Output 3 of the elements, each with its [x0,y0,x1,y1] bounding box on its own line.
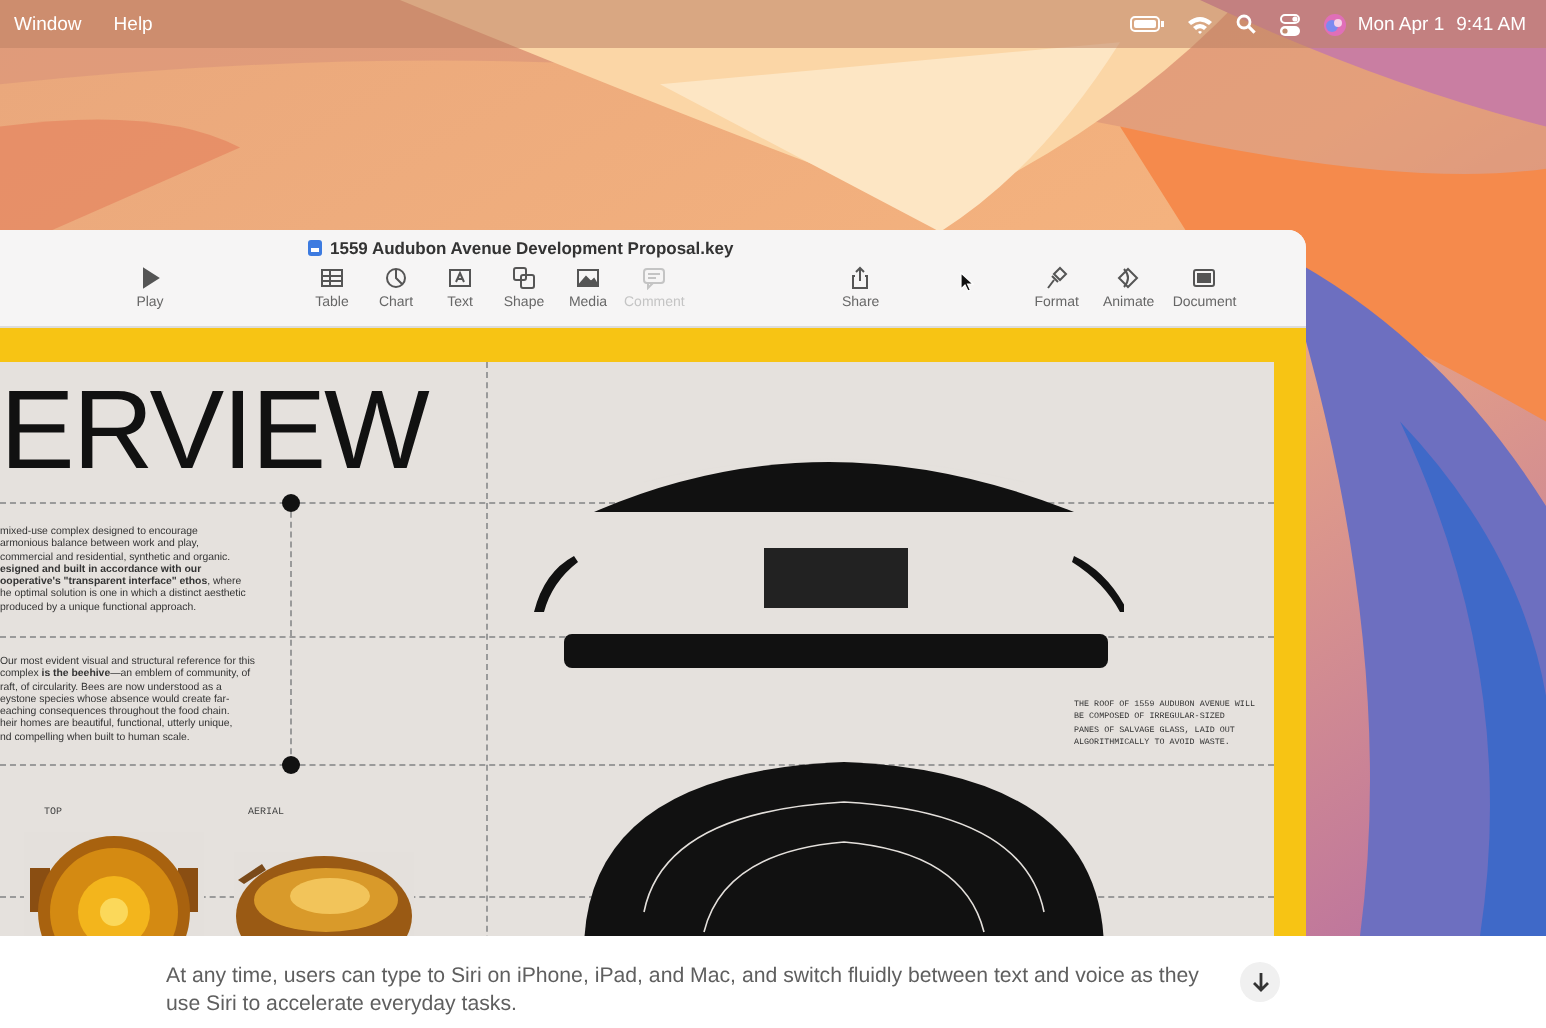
caption-text: At any time, users can type to Siri on iPhone, iPad, and Mac, and switch fluidly between text and voice as they use Siri to accelerate everyday tasks. [166,962,1201,1018]
down-arrow-icon [1251,972,1269,992]
scroll-down-button[interactable] [1240,962,1280,1002]
